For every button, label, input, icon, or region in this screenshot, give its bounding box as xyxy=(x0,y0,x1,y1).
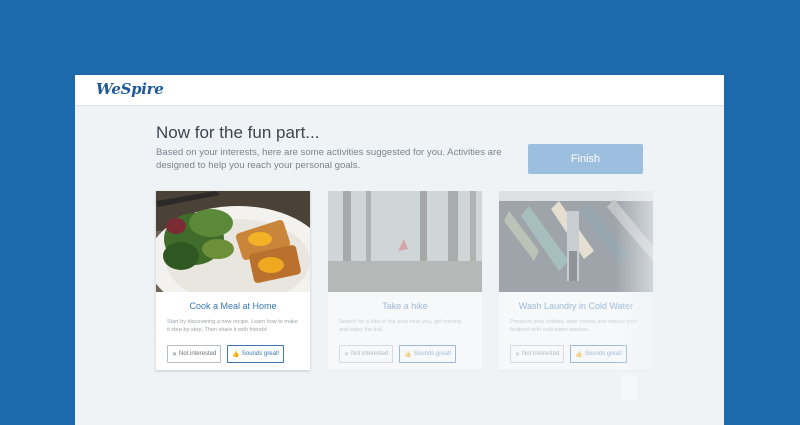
not-interested-label: Not interested xyxy=(522,351,560,357)
page-heading: Now for the fun part... xyxy=(156,123,320,142)
carousel-fade-overlay xyxy=(615,185,675,385)
not-interested-button[interactable]: ✕ Not interested xyxy=(167,345,222,363)
close-icon: ✕ xyxy=(172,351,178,358)
faint-panel xyxy=(621,375,637,400)
not-interested-button[interactable]: ✕ Not interested xyxy=(339,345,394,363)
thumbs-up-icon: 👍 xyxy=(575,351,583,358)
sounds-great-label: Sounds great! xyxy=(413,351,452,357)
sounds-great-button[interactable]: 👍 Sounds great! xyxy=(227,345,285,363)
not-interested-label: Not interested xyxy=(179,351,217,357)
card-actions: ✕ Not interested 👍 Sounds great! xyxy=(328,345,482,363)
sounds-great-button[interactable]: 👍 Sounds great! xyxy=(399,345,457,363)
activity-card-hike[interactable]: Take a hike Search for a hike in the are… xyxy=(328,191,482,370)
cook-meal-image xyxy=(156,191,310,292)
card-title: Take a hike xyxy=(382,301,428,311)
not-interested-label: Not interested xyxy=(351,351,389,357)
take-hike-image xyxy=(328,191,482,292)
intro-text: Based on your interests, here are some a… xyxy=(156,147,502,171)
wespire-logo[interactable]: WeSpire xyxy=(96,80,164,98)
sounds-great-label: Sounds great! xyxy=(241,351,280,357)
card-description: Search for a hike in the area near you, … xyxy=(339,319,461,333)
activity-card-cook[interactable]: Cook a Meal at Home Start by discovering… xyxy=(156,191,310,370)
not-interested-button[interactable]: ✕ Not interested xyxy=(510,345,565,363)
app-window: WeSpire Now for the fun part... Based on… xyxy=(75,75,724,425)
card-title: Cook a Meal at Home xyxy=(189,301,277,311)
card-description: Start by discovering a new recipe. Learn… xyxy=(167,319,298,333)
finish-button[interactable]: Finish xyxy=(528,144,643,174)
close-icon: ✕ xyxy=(515,351,521,358)
thumbs-up-icon: 👍 xyxy=(232,351,240,358)
top-bar: WeSpire xyxy=(75,75,724,106)
card-actions: ✕ Not interested 👍 Sounds great! xyxy=(156,345,310,363)
close-icon: ✕ xyxy=(344,351,350,358)
thumbs-up-icon: 👍 xyxy=(404,351,412,358)
